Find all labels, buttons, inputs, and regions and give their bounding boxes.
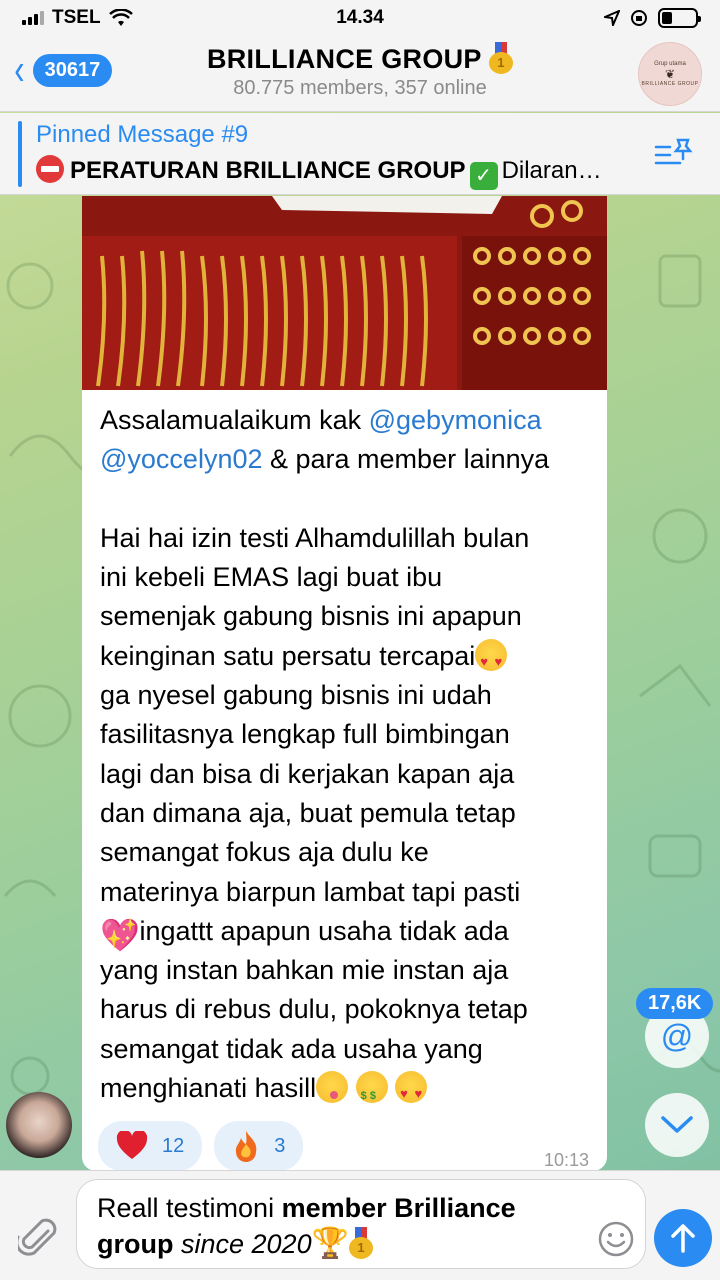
pinned-text-bold: PERATURAN BRILLIANCE GROUP xyxy=(70,157,466,184)
carrier-label: TSEL xyxy=(52,7,101,28)
reactions-row: 12 3 xyxy=(98,1121,304,1171)
unread-count-badge: 30617 xyxy=(32,53,113,87)
composer-bar: Reall testimoni member Brilliance group s… xyxy=(0,1170,720,1280)
medal-icon xyxy=(348,1227,373,1259)
input-text-italic: since 2020 xyxy=(173,1229,312,1259)
paperclip-icon[interactable] xyxy=(18,1217,58,1261)
fire-icon xyxy=(236,1131,257,1162)
rotation-lock-icon xyxy=(631,10,647,26)
pinned-title: Pinned Message #9 xyxy=(36,121,249,148)
chat-title-text: BRILLIANCE GROUP xyxy=(206,44,482,74)
chat-subtitle: 80.775 members, 357 online xyxy=(233,77,487,99)
chat-title: BRILLIANCE GROUP xyxy=(140,42,580,75)
heart-eyes-emoji-icon xyxy=(395,1071,428,1113)
message-body-1: Hai hai izin testi Alhamdulillah bulan i… xyxy=(100,522,530,671)
yum-face-emoji-icon xyxy=(316,1071,349,1104)
mention-link-2[interactable]: @yoccelyn02 xyxy=(100,444,263,474)
message-body-3: ingattt apapun usaha tidak ada yang inst… xyxy=(100,915,528,1104)
pinned-message-bar[interactable]: Pinned Message #9 PERATURAN BRILLIANCE G… xyxy=(0,113,720,195)
status-time: 14.34 xyxy=(336,7,384,28)
reaction-fire[interactable]: 3 xyxy=(214,1121,304,1171)
check-mark-icon: ✓ xyxy=(469,162,498,190)
message-text: Assalamualaikum kak @gebymonica @yoccely… xyxy=(100,401,595,1116)
at-sign-icon: @ xyxy=(660,1017,694,1054)
group-avatar[interactable]: Grup utama ❦ BRILLIANCE GROUP xyxy=(638,42,702,106)
trophy-icon: 🏆 xyxy=(311,1227,349,1260)
mention-count-badge: 17,6K xyxy=(636,988,714,1019)
pinned-text-rest: Dilaran… xyxy=(501,157,602,184)
pinned-list-icon[interactable] xyxy=(654,137,694,171)
back-button[interactable]: ‹ 30617 xyxy=(12,45,113,94)
mention-link-1[interactable]: @gebymonica xyxy=(369,405,542,435)
signal-icon xyxy=(22,11,44,25)
status-left: TSEL xyxy=(22,7,262,29)
input-text-plain: Reall testimoni xyxy=(97,1193,282,1223)
location-arrow-icon xyxy=(604,10,620,26)
input-text-bold: member Brilliance xyxy=(281,1193,516,1223)
wifi-icon xyxy=(108,9,133,26)
send-button[interactable] xyxy=(654,1209,712,1267)
scroll-down-button[interactable] xyxy=(645,1093,709,1157)
sender-avatar[interactable] xyxy=(6,1092,72,1158)
no-entry-icon xyxy=(36,155,64,183)
message-bubble[interactable]: Assalamualaikum kak @gebymonica @yoccely… xyxy=(82,196,607,1171)
message-body-2: ga nyesel gabung bisnis ini udah fasilit… xyxy=(100,680,521,907)
message-input[interactable]: Reall testimoni member Brilliance group s… xyxy=(76,1179,646,1269)
sticker-emoji-icon[interactable] xyxy=(598,1221,634,1257)
medal-icon xyxy=(489,42,514,74)
chevron-left-icon: ‹ xyxy=(14,45,25,94)
chat-title-area[interactable]: BRILLIANCE GROUP 80.775 members, 357 onl… xyxy=(140,42,580,100)
chevron-down-icon xyxy=(661,1116,693,1133)
ornament-icon: ❦ xyxy=(664,67,676,81)
pinned-text: PERATURAN BRILLIANCE GROUP ✓ Dilaran… xyxy=(36,155,656,190)
heart-eyes-emoji-icon xyxy=(475,638,508,681)
sparkling-heart-emoji-icon: 💖 xyxy=(100,916,140,953)
message-timestamp: 10:13 xyxy=(543,1150,589,1170)
input-text-bold-2: group xyxy=(97,1229,174,1259)
pinned-indicator xyxy=(18,121,22,187)
gold-jewelry-photo[interactable] xyxy=(82,196,607,390)
status-bar: TSEL 14.34 xyxy=(0,0,720,36)
heart-icon xyxy=(116,1131,148,1159)
status-right xyxy=(458,8,701,28)
message-greeting: Assalamualaikum kak xyxy=(100,405,369,435)
battery-icon xyxy=(658,8,701,28)
reaction-fire-count: 3 xyxy=(274,1134,286,1157)
message-greeting-rest: & para member lainnya xyxy=(262,444,550,475)
reaction-heart-count: 12 xyxy=(162,1134,185,1157)
money-face-emoji-icon xyxy=(355,1071,388,1116)
reaction-heart[interactable]: 12 xyxy=(98,1121,203,1171)
chat-header: ‹ 30617 BRILLIANCE GROUP 80.775 members,… xyxy=(0,36,720,112)
arrow-up-icon xyxy=(671,1224,695,1253)
group-avatar-text-bottom: BRILLIANCE GROUP xyxy=(641,81,699,87)
